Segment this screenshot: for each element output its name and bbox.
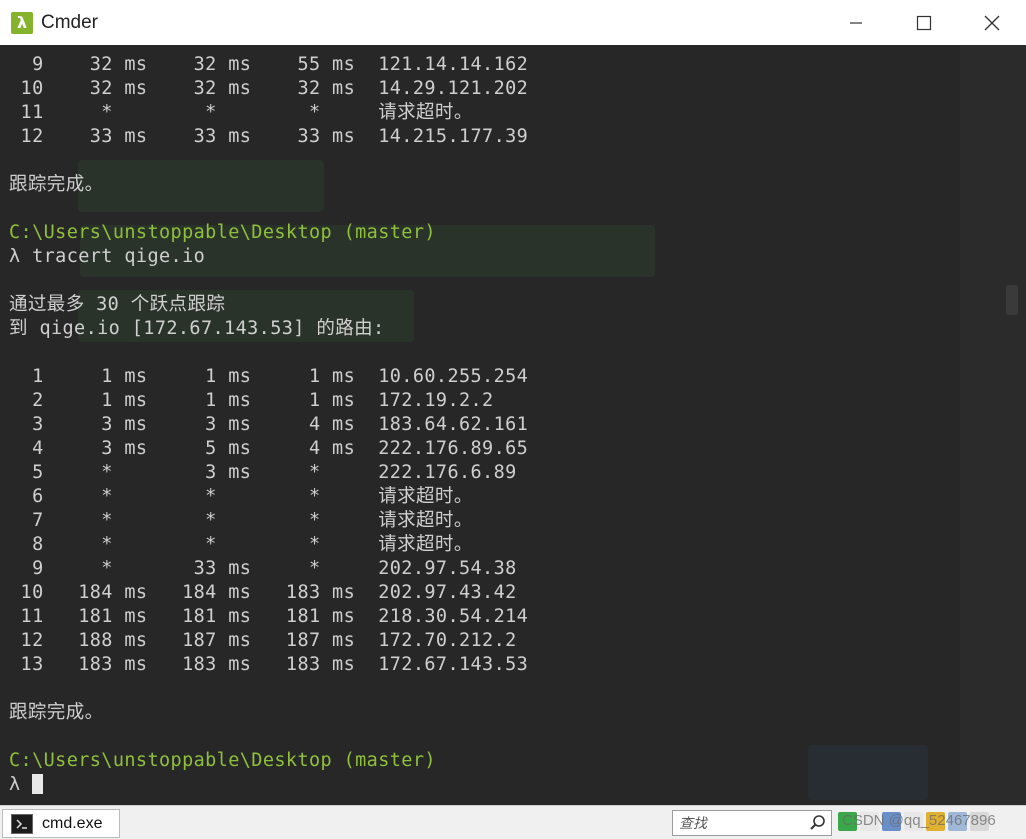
terminal-output[interactable]: 9 32 ms 32 ms 55 ms 121.14.14.162 10 32 … [0,45,1026,805]
prompt-path-line: C:\Users\unstoppable\Desktop (master) [9,221,528,245]
terminal-line-text: 到 qige.io [172.67.143.53] 的路由: [9,318,385,339]
terminal-line-text: C:\Users\unstoppable\Desktop (master) [9,222,436,243]
minimize-button[interactable] [822,0,890,45]
terminal-line-text: 8 * * * 请求超时。 [9,534,473,555]
terminal-line: 11 * * * 请求超时。 [9,101,528,125]
terminal-line-text: 12 188 ms 187 ms 187 ms 172.70.212.2 [9,630,517,651]
terminal-line-text: 4 3 ms 5 ms 4 ms 222.176.89.65 [9,438,529,459]
window-controls [822,0,1026,45]
maximize-icon [916,15,932,30]
terminal-line-text: 9 * 33 ms * 202.97.54.38 [9,558,517,579]
cmder-lambda-icon[interactable]: λ [11,11,33,34]
status-bar: cmd.exe CSDN @qq_52467896 [0,805,1026,839]
terminal-line-text: 11 * * * 请求超时。 [9,102,473,123]
terminal-line: 11 181 ms 181 ms 181 ms 218.30.54.214 [9,605,528,629]
terminal-line: 10 184 ms 184 ms 183 ms 202.97.43.42 [9,581,528,605]
minimize-icon [850,21,862,24]
terminal-line: 9 * 33 ms * 202.97.54.38 [9,557,528,581]
close-icon [984,15,1000,30]
terminal-line: 到 qige.io [172.67.143.53] 的路由: [9,317,528,341]
terminal-line: 3 3 ms 3 ms 4 ms 183.64.62.161 [9,413,528,437]
terminal-line: 2 1 ms 1 ms 1 ms 172.19.2.2 [9,389,528,413]
terminal-line: 跟踪完成。 [9,701,528,725]
terminal-line: 6 * * * 请求超时。 [9,485,528,509]
terminal-line-text: 9 32 ms 32 ms 55 ms 121.14.14.162 [9,54,529,75]
text-cursor[interactable] [32,774,44,794]
terminal-line: 7 * * * 请求超时。 [9,509,528,533]
terminal-line-text: 11 181 ms 181 ms 181 ms 218.30.54.214 [9,606,529,627]
terminal-line-text: 6 * * * 请求超时。 [9,486,473,507]
terminal-line-text: 10 184 ms 184 ms 183 ms 202.97.43.42 [9,582,517,603]
terminal-line: 1 1 ms 1 ms 1 ms 10.60.255.254 [9,365,528,389]
terminal-line: λ tracert qige.io [9,245,528,269]
terminal-line-text: λ [9,774,33,795]
console-icon [11,813,33,834]
prompt-input-line: λ [9,773,528,797]
terminal-line-text: 5 * 3 ms * 222.176.6.89 [9,462,517,483]
close-button[interactable] [958,0,1026,45]
scrollbar-thumb[interactable] [1006,285,1018,315]
watermark: CSDN @qq_52467896 [842,812,996,829]
terminal-lines: 9 32 ms 32 ms 55 ms 121.14.14.162 10 32 … [9,53,528,797]
terminal-line-text: 7 * * * 请求超时。 [9,510,473,531]
window-title: Cmder [41,11,99,33]
tab-label: cmd.exe [42,814,103,832]
maximize-button[interactable] [890,0,958,45]
terminal-line-text: 2 1 ms 1 ms 1 ms 172.19.2.2 [9,390,494,411]
terminal-line-text: 1 1 ms 1 ms 1 ms 10.60.255.254 [9,366,529,387]
terminal-line-text: λ tracert qige.io [9,246,206,267]
terminal-line: 5 * 3 ms * 222.176.6.89 [9,461,528,485]
terminal-line: 9 32 ms 32 ms 55 ms 121.14.14.162 [9,53,528,77]
terminal-line: 13 183 ms 183 ms 183 ms 172.67.143.53 [9,653,528,677]
prompt-path-line: C:\Users\unstoppable\Desktop (master) [9,749,528,773]
terminal-line: 4 3 ms 5 ms 4 ms 222.176.89.65 [9,437,528,461]
terminal-line-text: 通过最多 30 个跃点跟踪 [9,294,226,315]
terminal-line: 8 * * * 请求超时。 [9,533,528,557]
terminal-line-text: 跟踪完成。 [9,174,104,195]
terminal-line: 通过最多 30 个跃点跟踪 [9,293,528,317]
terminal-line: 12 33 ms 33 ms 33 ms 14.215.177.39 [9,125,528,149]
terminal-line-text: C:\Users\unstoppable\Desktop (master) [9,750,436,771]
search-input[interactable] [677,814,809,832]
terminal-line: 10 32 ms 32 ms 32 ms 14.29.121.202 [9,77,528,101]
terminal-line-text: 3 3 ms 3 ms 4 ms 183.64.62.161 [9,414,529,435]
title-bar: λ Cmder [0,0,1026,46]
tab-cmd-exe[interactable]: cmd.exe [2,809,120,838]
terminal-line: 跟踪完成。 [9,173,528,197]
side-panel [960,45,1026,805]
terminal-line-text: 13 183 ms 183 ms 183 ms 172.67.143.53 [9,654,529,675]
terminal-line-text: 10 32 ms 32 ms 32 ms 14.29.121.202 [9,78,529,99]
terminal-line-text: 12 33 ms 33 ms 33 ms 14.215.177.39 [9,126,529,147]
terminal-line-text: 跟踪完成。 [9,702,104,723]
search-icon[interactable] [809,814,827,832]
terminal-line: 12 188 ms 187 ms 187 ms 172.70.212.2 [9,629,528,653]
search-box [672,810,832,836]
